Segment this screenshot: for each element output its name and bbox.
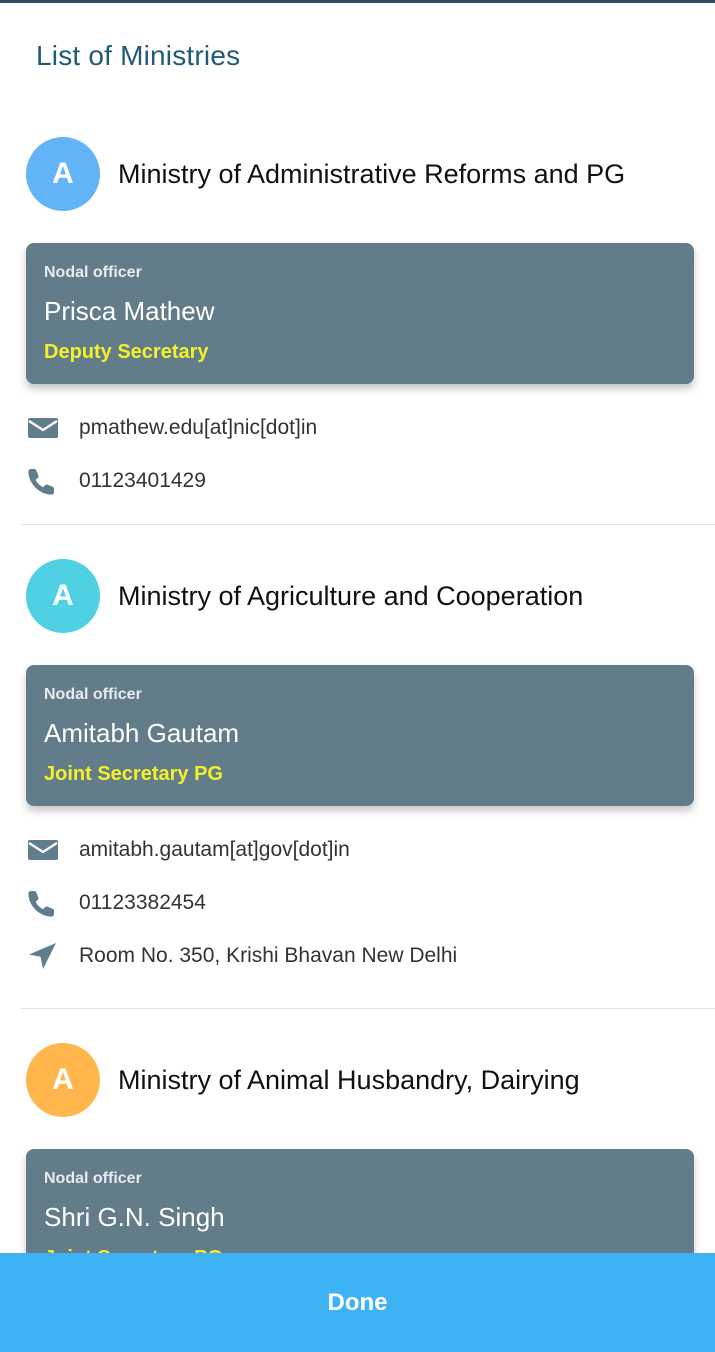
officer-name: Prisca Mathew bbox=[44, 296, 215, 326]
nodal-officer-card[interactable]: Nodal officer Amitabh Gautam Joint Secre… bbox=[26, 665, 694, 806]
email-row[interactable]: amitabh.gautam[at]gov[dot]in bbox=[26, 832, 686, 868]
phone-text: 01123401429 bbox=[79, 469, 206, 492]
ministry-name: Ministry of Animal Husbandry, Dairying bbox=[118, 1065, 580, 1095]
nodal-officer-label: Nodal officer bbox=[44, 264, 142, 281]
ministry-name: Ministry of Agriculture and Cooperation bbox=[118, 581, 584, 611]
officer-designation: Joint Secretary PG bbox=[44, 763, 223, 785]
officer-designation: Deputy Secretary bbox=[44, 341, 209, 363]
ministry-header[interactable]: A Ministry of Administrative Reforms and… bbox=[26, 137, 706, 211]
email-text: pmathew.edu[at]nic[dot]in bbox=[79, 416, 318, 439]
page-title: List of Ministries bbox=[36, 40, 241, 71]
email-icon bbox=[26, 836, 60, 864]
phone-icon bbox=[26, 889, 60, 917]
top-strip bbox=[0, 0, 715, 3]
phone-icon bbox=[26, 467, 60, 495]
ministry-name: Ministry of Administrative Reforms and P… bbox=[118, 159, 626, 189]
navigation-arrow-icon bbox=[26, 942, 60, 970]
email-row[interactable]: pmathew.edu[at]nic[dot]in bbox=[26, 410, 686, 446]
ministry-header[interactable]: A Ministry of Animal Husbandry, Dairying bbox=[26, 1043, 706, 1117]
nodal-officer-label: Nodal officer bbox=[44, 686, 142, 703]
avatar: A bbox=[26, 1043, 100, 1117]
nodal-officer-label: Nodal officer bbox=[44, 1170, 142, 1187]
email-icon bbox=[26, 414, 60, 442]
officer-name: Shri G.N. Singh bbox=[44, 1202, 225, 1232]
divider bbox=[20, 1008, 715, 1009]
nodal-officer-card[interactable]: Nodal officer Prisca Mathew Deputy Secre… bbox=[26, 243, 694, 384]
officer-name: Amitabh Gautam bbox=[44, 718, 240, 748]
avatar: A bbox=[26, 137, 100, 211]
phone-row[interactable]: 01123382454 bbox=[26, 885, 686, 921]
phone-row[interactable]: 01123401429 bbox=[26, 463, 686, 499]
address-text: Room No. 350, Krishi Bhavan New Delhi bbox=[79, 944, 458, 967]
done-button[interactable]: Done bbox=[0, 1253, 715, 1352]
address-row[interactable]: Room No. 350, Krishi Bhavan New Delhi bbox=[26, 938, 686, 974]
phone-text: 01123382454 bbox=[79, 891, 206, 914]
avatar: A bbox=[26, 559, 100, 633]
email-text: amitabh.gautam[at]gov[dot]in bbox=[79, 838, 350, 861]
ministry-header[interactable]: A Ministry of Agriculture and Cooperatio… bbox=[26, 559, 706, 633]
divider bbox=[20, 524, 715, 525]
